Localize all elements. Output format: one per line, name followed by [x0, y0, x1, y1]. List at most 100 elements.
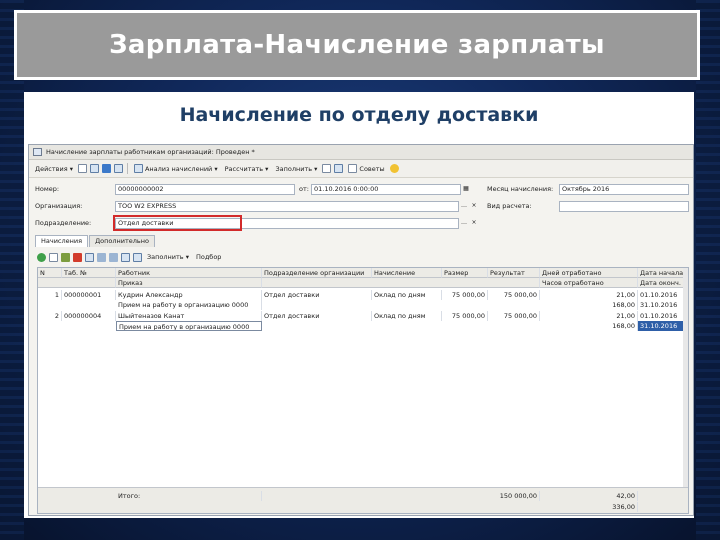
report-icon[interactable] — [334, 164, 344, 173]
header-end-date[interactable]: Дата оконч. — [638, 278, 688, 288]
actions-menu-button[interactable]: Действия ▾ — [33, 165, 75, 173]
department-label: Подразделение: — [35, 219, 92, 227]
organization-label: Организация: — [35, 202, 83, 210]
header-order[interactable]: Приказ — [116, 278, 262, 288]
totals-days: 42,00 — [540, 491, 638, 501]
table-footer: Итого: 150 000,00 42,00 336,00 — [38, 487, 688, 513]
table-row-detail[interactable]: Прием на работу в организацию 0000 168,0… — [38, 300, 688, 310]
print-icon[interactable] — [322, 164, 332, 173]
main-toolbar: Действия ▾ Анализ начислений ▾ Рассчитат… — [29, 160, 693, 178]
row-tab-num: 000000004 — [62, 311, 116, 321]
totals-hours: 336,00 — [540, 502, 638, 512]
document-window: Начисление зарплаты работникам организац… — [28, 144, 694, 516]
date-picker-button[interactable]: ▦ — [461, 184, 471, 195]
move-down-icon[interactable] — [109, 252, 118, 262]
header-days-paid[interactable]: Дней отработано — [540, 268, 638, 278]
slide-subtitle: Начисление по отделу доставки — [179, 104, 539, 126]
analysis-label: Анализ начислений ▾ — [144, 164, 218, 173]
table-toolbar: Заполнить ▾ Подбор — [37, 250, 223, 264]
row-order: Прием на работу в организацию 0000 — [116, 321, 262, 331]
calc-type-label: Вид расчета: — [487, 202, 532, 210]
analysis-menu-button[interactable]: Анализ начислений ▾ — [132, 164, 220, 173]
slide-edge-right — [696, 0, 720, 540]
edit-icon[interactable] — [101, 164, 111, 173]
header-start-date[interactable]: Дата начала — [638, 268, 688, 278]
tab-additional[interactable]: Дополнительно — [89, 235, 155, 247]
accruals-table: N Таб. № Работник Подразделение организа… — [37, 267, 689, 514]
new-document-icon[interactable] — [77, 164, 87, 173]
fill-menu-button[interactable]: Заполнить ▾ — [273, 165, 319, 173]
table-icon[interactable] — [113, 164, 123, 173]
sort-asc-icon[interactable] — [121, 252, 130, 262]
tips-button[interactable]: Советы — [346, 164, 386, 173]
header-tab-num[interactable]: Таб. № — [62, 268, 116, 278]
copy-icon[interactable] — [89, 164, 99, 173]
row-end-date-selected[interactable]: 31.10.2016 — [638, 321, 688, 331]
row-order: Прием на работу в организацию 0000 — [116, 300, 262, 310]
header-spacer — [38, 278, 116, 288]
table-fill-button[interactable]: Заполнить ▾ — [145, 253, 191, 261]
row-accrual: Оклад по дням — [372, 290, 442, 300]
month-field[interactable]: Октябрь 2016 — [559, 184, 689, 195]
row-hours: 168,00 — [540, 300, 638, 310]
header-department[interactable]: Подразделение организации — [262, 268, 372, 278]
delete-row-icon[interactable] — [73, 252, 82, 262]
row-amount: 75 000,00 — [442, 311, 488, 321]
department-clear-button[interactable]: × — [469, 218, 479, 229]
row-department: Отдел доставки — [262, 290, 372, 300]
table-row[interactable]: 2 000000004 Шыйтеназов Канат Отдел доста… — [38, 311, 688, 321]
row-department: Отдел доставки — [262, 311, 372, 321]
window-titlebar: Начисление зарплаты работникам организац… — [29, 145, 693, 160]
row-days: 21,00 — [540, 311, 638, 321]
row-hours: 168,00 — [540, 321, 638, 331]
organization-select-button[interactable]: … — [459, 201, 469, 212]
table-scrollbar[interactable] — [683, 268, 688, 513]
table-select-button[interactable]: Подбор — [194, 253, 223, 261]
row-result: 75 000,00 — [488, 290, 540, 300]
slide-edge-left — [0, 0, 24, 540]
edit-row-icon[interactable] — [61, 252, 70, 262]
totals-result: 150 000,00 — [488, 491, 540, 501]
department-select-button[interactable]: … — [459, 218, 469, 229]
table-row[interactable]: 1 000000001 Кудрин Александр Отдел доста… — [38, 290, 688, 300]
organization-field[interactable]: TOO W2 EXPRESS — [115, 201, 459, 212]
row-num: 2 — [38, 311, 62, 321]
header-spacer-2 — [262, 278, 540, 288]
row-start-date: 01.10.2016 — [638, 311, 688, 321]
copy-row-icon[interactable] — [49, 252, 58, 262]
analysis-icon — [133, 164, 143, 173]
calc-type-field[interactable] — [559, 201, 689, 212]
row-employee: Кудрин Александр — [116, 290, 262, 300]
header-num[interactable]: N — [38, 268, 62, 278]
header-result[interactable]: Результат — [488, 268, 540, 278]
toolbar-separator — [126, 163, 128, 174]
header-accrual[interactable]: Начисление — [372, 268, 442, 278]
organization-clear-button[interactable]: × — [469, 201, 479, 212]
date-field[interactable]: 01.10.2016 0:00:00 — [311, 184, 461, 195]
row-num: 1 — [38, 290, 62, 300]
number-field[interactable]: 00000000002 — [115, 184, 295, 195]
end-edit-icon[interactable] — [85, 252, 94, 262]
calculate-menu-button[interactable]: Рассчитать ▾ — [223, 165, 271, 173]
row-amount: 75 000,00 — [442, 290, 488, 300]
date-label: от: — [299, 185, 309, 193]
table-header-row: N Таб. № Работник Подразделение организа… — [38, 268, 688, 278]
tab-accruals[interactable]: Начисления — [35, 235, 89, 247]
table-header-row-2: Приказ Часов отработано Дата оконч. — [38, 278, 688, 288]
slide-title: Зарплата-Начисление зарплаты — [109, 30, 605, 60]
window-title: Начисление зарплаты работникам организац… — [46, 148, 255, 156]
header-hours-paid[interactable]: Часов отработано — [540, 278, 638, 288]
table-row-detail[interactable]: Прием на работу в организацию 0000 168,0… — [38, 321, 688, 331]
add-row-icon[interactable] — [37, 252, 46, 262]
number-label: Номер: — [35, 185, 60, 193]
header-amount[interactable]: Размер — [442, 268, 488, 278]
header-employee[interactable]: Работник — [116, 268, 262, 278]
row-start-date: 01.10.2016 — [638, 290, 688, 300]
row-tab-num: 000000001 — [62, 290, 116, 300]
tips-icon — [348, 164, 358, 173]
move-up-icon[interactable] — [97, 252, 106, 262]
row-days: 21,00 — [540, 290, 638, 300]
help-icon[interactable] — [389, 164, 399, 173]
department-highlight — [113, 215, 242, 231]
sort-desc-icon[interactable] — [133, 252, 142, 262]
